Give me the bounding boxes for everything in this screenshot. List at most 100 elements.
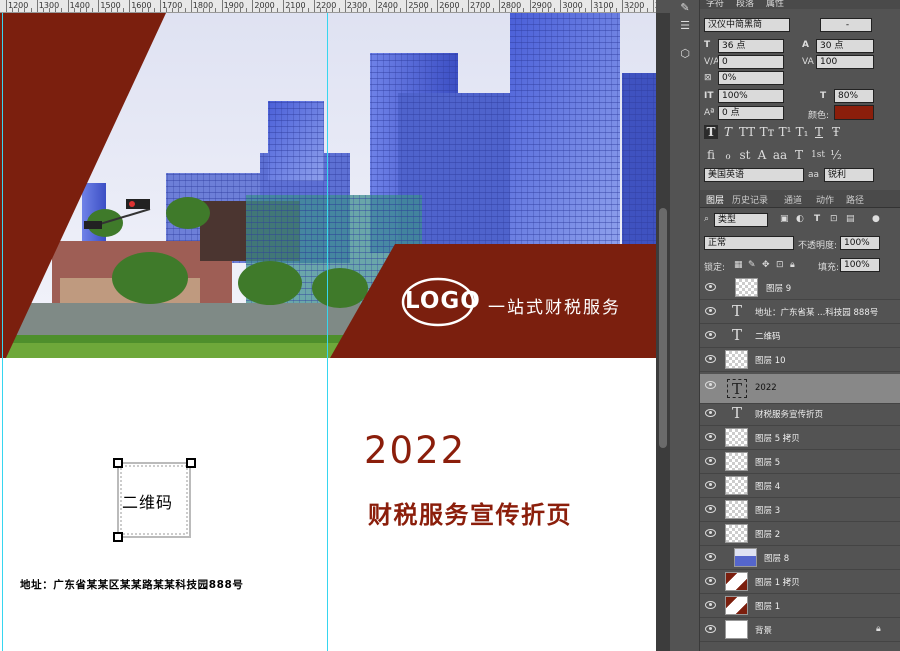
guide-line-left[interactable]: [2, 13, 3, 651]
superscript-button[interactable]: T¹: [778, 125, 792, 139]
font-family-select[interactable]: 汉仪中简黑简: [704, 18, 790, 32]
visibility-eye-icon[interactable]: [705, 381, 716, 389]
layer-row[interactable]: 图层 5 拷贝: [700, 426, 900, 450]
filter-toggle-icon[interactable]: ●: [872, 214, 880, 224]
layer-row[interactable]: 图层 1 拷贝: [700, 570, 900, 594]
small-caps-button[interactable]: Tт: [758, 125, 776, 139]
layer-row[interactable]: 图层 2: [700, 522, 900, 546]
ruler-tick: [55, 8, 57, 12]
visibility-eye-icon[interactable]: [705, 505, 716, 513]
language-select[interactable]: 美国英语: [704, 168, 804, 182]
visibility-eye-icon[interactable]: [705, 283, 716, 291]
ruler-tick: [277, 8, 279, 12]
font-size-field[interactable]: 36 点: [718, 39, 784, 53]
stylistic-alternates-button[interactable]: st: [738, 148, 752, 162]
filter-type-icon[interactable]: T: [814, 214, 820, 224]
scrollbar-thumb[interactable]: [659, 208, 667, 448]
layer-row[interactable]: T 二维码: [700, 324, 900, 348]
layer-row[interactable]: 图层 4: [700, 474, 900, 498]
lock-all-icon[interactable]: 🔒︎: [790, 260, 795, 270]
lock-paint-icon[interactable]: ✎: [748, 260, 756, 270]
ordinals-superscript-button[interactable]: 1st: [809, 148, 827, 162]
visibility-eye-icon[interactable]: [705, 553, 716, 561]
tab-character[interactable]: 字符: [706, 0, 724, 9]
layer-row[interactable]: 图层 8: [700, 546, 900, 570]
horizontal-scale-field[interactable]: 80%: [834, 89, 874, 103]
tab-channels[interactable]: 通道: [784, 193, 802, 206]
visibility-eye-icon[interactable]: [705, 481, 716, 489]
layer-thumbnail: [735, 278, 758, 297]
fractions-button[interactable]: ½: [829, 148, 843, 162]
visibility-eye-icon[interactable]: [705, 355, 716, 363]
visibility-eye-icon[interactable]: [705, 307, 716, 315]
text-layer-icon: T: [731, 302, 742, 320]
all-caps-button[interactable]: TT: [738, 125, 756, 139]
brush-icon[interactable]: ✎: [678, 2, 692, 14]
baseline-shift-field[interactable]: 0 点: [718, 106, 784, 120]
titling-alternates-button[interactable]: aa: [772, 148, 788, 162]
faux-italic-button[interactable]: T: [721, 125, 735, 139]
ruler-tick: [517, 8, 519, 12]
layer-row[interactable]: T 地址：广东省某 ...科技园 888号: [700, 300, 900, 324]
tab-layers[interactable]: 图层: [706, 193, 724, 206]
strikethrough-button[interactable]: Ŧ: [829, 125, 843, 139]
antialias-select[interactable]: 锐利: [824, 168, 874, 182]
fill-field[interactable]: 100%: [840, 258, 880, 272]
document-canvas[interactable]: LOGO 一站式财税服务 二维码 地址：广东省某某区某某路某某科技园888号 2…: [0, 13, 656, 651]
visibility-eye-icon[interactable]: [705, 409, 716, 417]
tracking-field[interactable]: 100: [816, 55, 874, 69]
faux-bold-button[interactable]: T: [704, 125, 718, 139]
ligatures-button[interactable]: ﬁ: [704, 148, 718, 162]
lock-artboard-icon[interactable]: ⊡: [776, 260, 784, 270]
font-style-select[interactable]: -: [820, 18, 872, 32]
vertical-scrollbar[interactable]: [656, 13, 670, 651]
underline-button[interactable]: T: [812, 125, 826, 139]
guide-line-center[interactable]: [327, 13, 328, 651]
ruler-tick: [258, 8, 260, 12]
text-color-swatch[interactable]: [834, 105, 874, 120]
address-text: 地址：广东省某某区某某路某某科技园888号: [20, 579, 244, 591]
ruler-tick: [116, 8, 118, 12]
leading-field[interactable]: 30 点: [816, 39, 874, 53]
filter-smart-object-icon[interactable]: ▤: [846, 214, 855, 224]
horizontal-ruler[interactable]: 1200 1300 1400 1500 1600 1700 1800 1900 2000 2100…: [0, 0, 656, 13]
layer-row[interactable]: 图层 5: [700, 450, 900, 474]
visibility-eye-icon[interactable]: [705, 331, 716, 339]
tab-properties[interactable]: 属性: [766, 0, 784, 9]
layer-row[interactable]: 背景 🔒︎: [700, 618, 900, 642]
layer-row[interactable]: 图层 9: [700, 276, 900, 300]
layer-row[interactable]: 图层 10: [700, 348, 900, 372]
tab-paragraph[interactable]: 段落: [736, 0, 754, 9]
kerning-field[interactable]: 0: [718, 55, 784, 69]
lock-position-icon[interactable]: ✥: [762, 260, 770, 270]
filter-adjustment-icon[interactable]: ◐: [796, 214, 804, 224]
visibility-eye-icon[interactable]: [705, 529, 716, 537]
filter-shape-icon[interactable]: ⊡: [830, 214, 838, 224]
ordinals-button[interactable]: T: [792, 148, 806, 162]
subscript-button[interactable]: T₁: [795, 125, 809, 139]
visibility-eye-icon[interactable]: [705, 601, 716, 609]
tab-history[interactable]: 历史记录: [732, 193, 768, 206]
vertical-scale-field[interactable]: 100%: [718, 89, 784, 103]
layer-row[interactable]: T 2022: [700, 374, 900, 404]
layer-row[interactable]: 图层 3: [700, 498, 900, 522]
visibility-eye-icon[interactable]: [705, 457, 716, 465]
tab-actions[interactable]: 动作: [816, 193, 834, 206]
tab-paths[interactable]: 路径: [846, 193, 864, 206]
filter-pixel-icon[interactable]: ▣: [780, 214, 789, 224]
layer-row[interactable]: T 财税服务宣传折页: [700, 402, 900, 426]
old-style-button[interactable]: ℴ: [721, 148, 735, 162]
visibility-eye-icon[interactable]: [705, 577, 716, 585]
layer-filter-kind-select[interactable]: 类型: [714, 213, 768, 227]
cube-icon[interactable]: ⬡: [678, 48, 692, 60]
swash-button[interactable]: A: [755, 148, 769, 162]
tsume-field[interactable]: 0%: [718, 71, 784, 85]
blend-mode-select[interactable]: 正常: [704, 236, 794, 250]
lock-transparent-icon[interactable]: ▦: [734, 260, 743, 270]
adjust-icon[interactable]: ☰: [678, 20, 692, 32]
opacity-field[interactable]: 100%: [840, 236, 880, 250]
ruler-tick: [529, 0, 531, 12]
visibility-eye-icon[interactable]: [705, 433, 716, 441]
visibility-eye-icon[interactable]: [705, 625, 716, 633]
layer-row[interactable]: 图层 1: [700, 594, 900, 618]
